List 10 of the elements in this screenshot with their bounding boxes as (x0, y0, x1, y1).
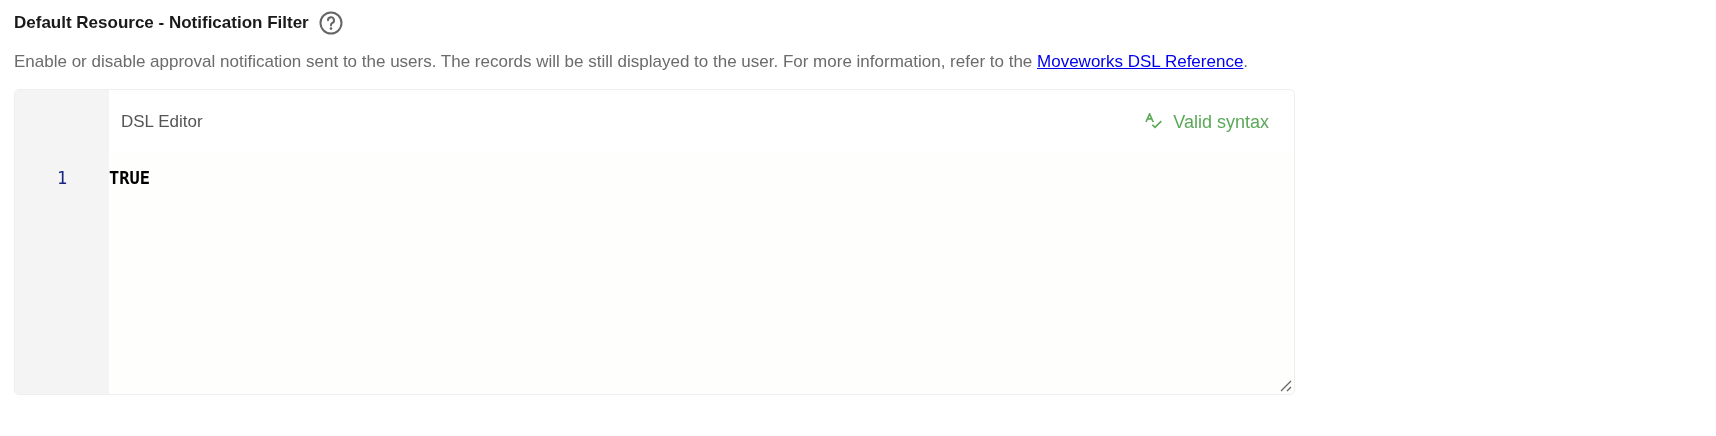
resize-handle-icon[interactable] (1280, 380, 1292, 392)
editor-label: DSL Editor (121, 112, 203, 132)
line-number: 1 (55, 167, 69, 190)
reference-link[interactable]: Moveworks DSL Reference (1037, 52, 1244, 71)
code-editor[interactable]: 1 DSL Editor Valid syntax TRUE (14, 89, 1295, 395)
syntax-status: Valid syntax (1173, 111, 1269, 133)
field-title: Default Resource - Notification Filter (14, 13, 309, 33)
help-icon[interactable] (318, 11, 343, 35)
field-description: Enable or disable approval notification sent to the users. The records will be still displayed to the user. For more information, refer to the Moveworks DSL Reference. (14, 52, 1250, 72)
code-line: TRUE (109, 167, 151, 190)
